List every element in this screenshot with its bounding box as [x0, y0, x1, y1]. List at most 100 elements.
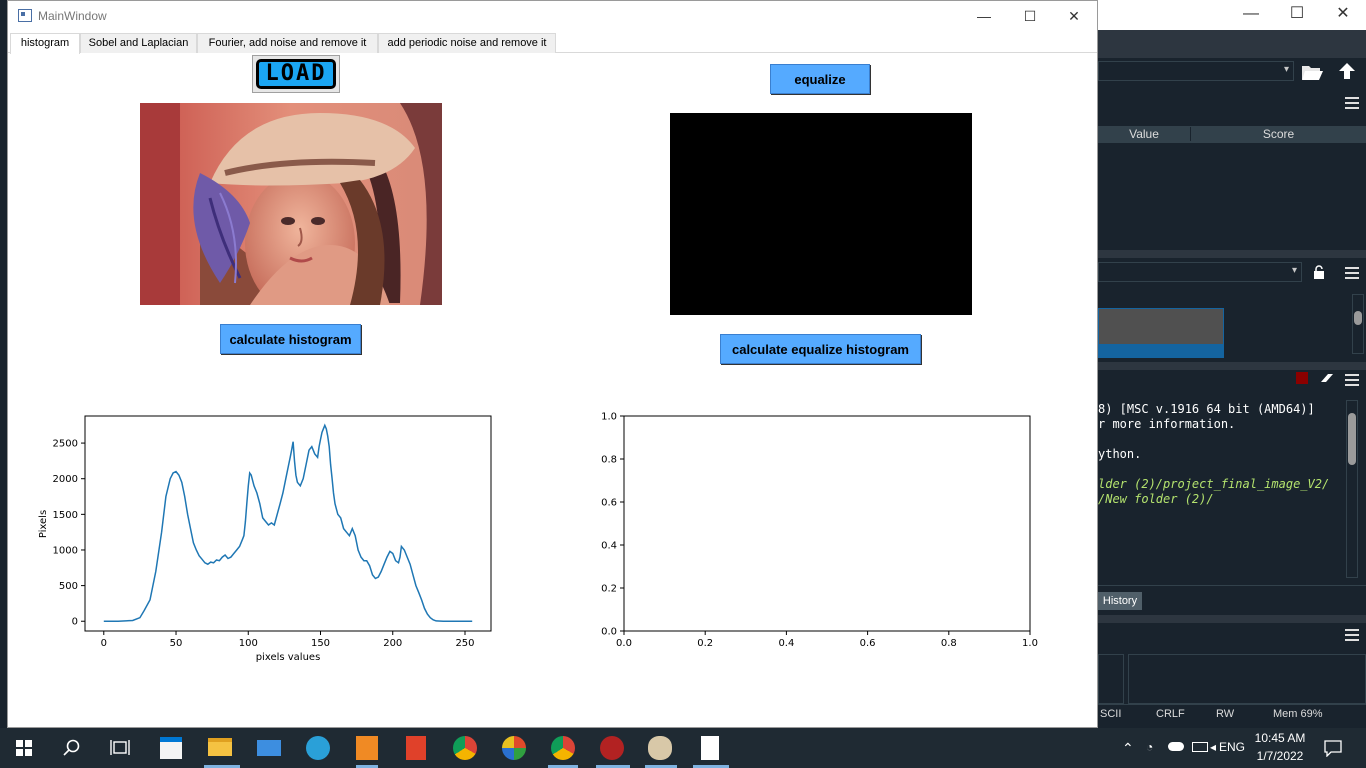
console-line: /New folder (2)/ [1098, 492, 1214, 506]
status-eol: CRLF [1156, 708, 1185, 720]
pane-menu-icon[interactable] [1345, 374, 1359, 386]
column-header-value[interactable]: Value [1098, 127, 1190, 141]
close-button[interactable]: ✕ [1051, 1, 1097, 31]
pane-divider [1098, 250, 1366, 258]
paint-icon[interactable] [648, 736, 672, 760]
plot-area [84, 415, 492, 632]
column-header-score[interactable]: Score [1190, 127, 1366, 141]
pane-menu-icon[interactable] [1345, 97, 1359, 109]
ide-minimize-icon[interactable]: — [1228, 0, 1274, 30]
console-scrollbar[interactable] [1346, 400, 1358, 578]
y-axis-label: Pixels [38, 510, 49, 538]
background-ide-window: — ☐ ✕ ▾ Value Score ▾ 8) [MSC v.1916 64 … [1098, 0, 1366, 728]
y-tick-label: 0.6 [601, 498, 617, 509]
original-image [140, 103, 442, 305]
y-tick-label: 0.2 [601, 584, 617, 595]
chrome-icon[interactable] [551, 736, 575, 760]
spyder-icon[interactable] [600, 736, 624, 760]
minimize-button[interactable]: — [961, 1, 1007, 31]
file-explorer-icon[interactable] [208, 738, 232, 756]
ide-panel [1128, 654, 1366, 704]
y-tick-label: 0.0 [601, 627, 617, 638]
status-permissions: RW [1216, 708, 1235, 720]
ide-title-bar: — ☐ ✕ [1098, 0, 1366, 30]
variable-table-header: Value Score [1098, 126, 1366, 143]
tab-history[interactable]: History [1098, 592, 1142, 610]
search-icon[interactable] [63, 739, 81, 757]
taskbar: ⌃ ◔ ◂ ENG 10:45 AM 1/7/2022 [0, 728, 1366, 768]
notepad-icon[interactable] [701, 736, 719, 760]
onedrive-icon[interactable] [1168, 742, 1184, 751]
y-tick-label: 0.4 [601, 541, 617, 552]
pane-menu-icon[interactable] [1345, 629, 1359, 641]
x-tick-label: 1.0 [1022, 638, 1038, 649]
y-tick-label: 2000 [53, 474, 78, 485]
ide-toolbar [1098, 30, 1366, 58]
load-button[interactable]: LOAD [252, 55, 340, 93]
wifi-icon[interactable]: ◔ [1146, 740, 1153, 754]
office-icon[interactable] [406, 736, 426, 760]
equalized-histogram-chart: 0.0 0.2 0.4 0.6 0.8 1.0 0.0 0.2 0.4 0.6 0.8 1.0 [601, 412, 1038, 650]
clock-time[interactable]: 10:45 AM [1250, 731, 1310, 745]
edge-icon[interactable] [306, 736, 330, 760]
anaconda-icon[interactable] [502, 736, 526, 760]
tab-fourier-noise[interactable]: Fourier, add noise and remove it [197, 33, 378, 53]
scrollbar-thumb[interactable] [1354, 311, 1362, 325]
main-window: MainWindow — ☐ ✕ histogram Sobel and Lap… [7, 0, 1098, 728]
chevron-up-icon[interactable]: ⌃ [1122, 740, 1134, 757]
arrow-up-icon[interactable] [1337, 61, 1357, 81]
battery-icon[interactable] [1192, 742, 1208, 752]
pane-menu-icon[interactable] [1345, 267, 1359, 279]
input-language[interactable]: ENG [1219, 740, 1245, 754]
chrome-icon[interactable] [453, 736, 477, 760]
y-tick-label: 1000 [53, 545, 78, 556]
x-axis-label: pixels values [256, 652, 321, 663]
ide-close-icon[interactable]: ✕ [1320, 0, 1366, 30]
ide-path-combo[interactable]: ▾ [1098, 61, 1294, 81]
chevron-down-icon: ▾ [1283, 64, 1289, 75]
lock-icon[interactable] [1313, 265, 1325, 279]
title-bar: MainWindow — ☐ ✕ [8, 1, 1097, 31]
windows-start-icon[interactable] [16, 740, 32, 756]
x-tick-label: 0.0 [616, 638, 632, 649]
sublime-text-icon[interactable] [356, 736, 378, 760]
pane-divider [1098, 362, 1366, 370]
y-tick-label: 1.0 [601, 412, 617, 423]
y-tick-label: 2500 [53, 439, 78, 450]
console-line: r more information. [1098, 417, 1236, 431]
x-tick-label: 0.6 [860, 638, 876, 649]
task-view-icon[interactable] [110, 739, 130, 757]
x-tick-label: 250 [455, 638, 474, 649]
ide-maximize-icon[interactable]: ☐ [1274, 0, 1320, 30]
y-tick-label: 0 [72, 617, 78, 628]
y-tick-label: 0.8 [601, 455, 617, 466]
scrollbar[interactable] [1352, 294, 1364, 354]
eraser-icon[interactable] [1319, 372, 1335, 384]
store-icon[interactable] [160, 737, 182, 759]
x-tick-label: 0.2 [697, 638, 713, 649]
chevron-down-icon: ▾ [1291, 265, 1297, 276]
volume-icon[interactable]: ◂ [1210, 740, 1216, 754]
x-tick-label: 100 [239, 638, 258, 649]
notification-icon[interactable] [1324, 739, 1342, 757]
calculate-equalize-histogram-button[interactable]: calculate equalize histogram [720, 334, 921, 364]
equalize-button[interactable]: equalize [770, 64, 870, 94]
stop-icon[interactable] [1296, 372, 1308, 384]
mail-icon[interactable] [257, 740, 281, 756]
folder-open-icon[interactable] [1300, 62, 1324, 82]
x-tick-label: 200 [383, 638, 402, 649]
plot-thumbnail[interactable] [1098, 308, 1224, 358]
scrollbar-thumb[interactable] [1348, 413, 1356, 465]
status-encoding: SCII [1100, 708, 1122, 720]
maximize-button[interactable]: ☐ [1007, 1, 1053, 31]
histogram-chart: 0 50 100 150 200 250 0 500 1000 1500 2000 2500 pix… [38, 415, 492, 663]
tab-sobel-and-laplacian[interactable]: Sobel and Laplacian [80, 33, 197, 53]
x-tick-label: 150 [311, 638, 330, 649]
x-tick-label: 0.4 [778, 638, 794, 649]
ide-filter-combo[interactable]: ▾ [1098, 262, 1302, 282]
tab-periodic-noise[interactable]: add periodic noise and remove it [378, 33, 556, 53]
clock-date[interactable]: 1/7/2022 [1250, 749, 1310, 763]
calculate-histogram-button[interactable]: calculate histogram [220, 324, 361, 354]
console-line: 8) [MSC v.1916 64 bit (AMD64)] [1098, 402, 1315, 416]
tab-histogram[interactable]: histogram [10, 33, 80, 54]
